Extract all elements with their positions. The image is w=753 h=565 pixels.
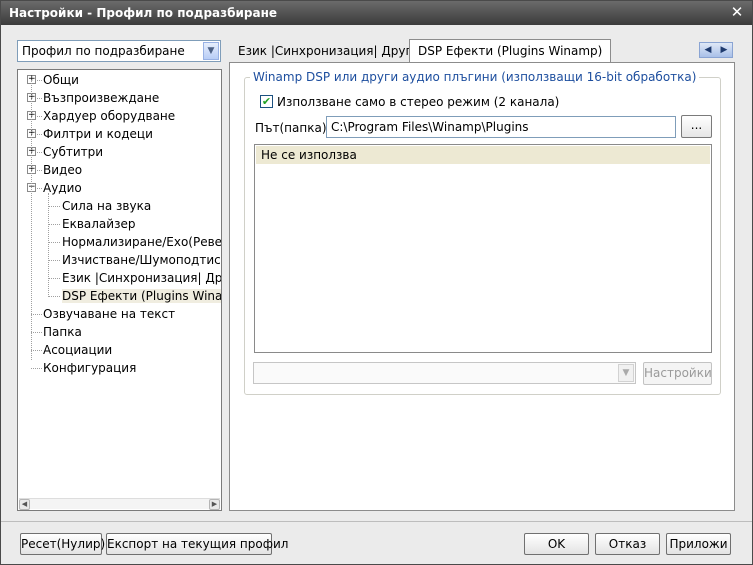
tree-item-label: Озвучаване на текст <box>43 307 176 321</box>
tree-item[interactable]: DSP Ефекти (Plugins Winamp <box>62 287 221 305</box>
tree-item-label: Общи <box>43 73 79 87</box>
tab-scroll-buttons: ◀ ▶ <box>699 42 733 58</box>
path-label: Път(папка): <box>255 121 331 135</box>
tree-connector <box>37 134 42 135</box>
tree-item[interactable]: Сила на звука <box>62 197 151 215</box>
tree-connector <box>48 296 60 297</box>
apply-button[interactable]: Приложи <box>666 533 731 555</box>
dsp-group-title: Winamp DSP или други аудио плъгини (изпо… <box>250 70 700 84</box>
tree-connector <box>48 278 60 279</box>
tree-connector <box>48 242 60 243</box>
tab-scroll-right-icon[interactable]: ▶ <box>716 43 732 57</box>
chevron-down-icon[interactable]: ▼ <box>618 364 634 382</box>
tree-item[interactable]: Еквалайзер <box>62 215 135 233</box>
stereo-only-checkbox[interactable]: ✔ <box>260 95 273 108</box>
tree-item-label: Еквалайзер <box>62 217 136 231</box>
tree-horizontal-scrollbar[interactable]: ◀ ▶ <box>19 498 220 510</box>
tree-item[interactable]: Език |Синхронизация| Други <box>62 269 222 287</box>
tree-connector <box>31 368 42 369</box>
tree-connector <box>31 80 32 360</box>
reset-button[interactable]: Ресет(Нулир) <box>20 533 105 555</box>
tree-item-label: Видео <box>43 163 83 177</box>
tree-item[interactable]: Хардуер оборудване <box>43 107 175 125</box>
tree-item-label: Възпроизвеждане <box>43 91 160 105</box>
tree-connector <box>37 98 42 99</box>
tree-item[interactable]: Изчистване/Шумоподтискан <box>62 251 221 269</box>
scroll-right-icon[interactable]: ▶ <box>209 499 220 510</box>
footer-divider <box>1 521 752 522</box>
export-profile-button[interactable]: Експорт на текущия профил <box>106 533 288 555</box>
tree-item-label: DSP Ефекти (Plugins Winamp <box>62 289 221 303</box>
settings-dialog: Настройки - Профил по подразбиране ✕ Про… <box>0 0 753 565</box>
chevron-down-icon[interactable]: ▼ <box>203 42 219 60</box>
tree-connector <box>31 350 42 351</box>
tree-connector <box>48 193 49 297</box>
scroll-left-icon[interactable]: ◀ <box>19 499 30 510</box>
tree-item[interactable]: Озвучаване на текст <box>43 305 175 323</box>
tree-connector <box>31 314 42 315</box>
plugin-path-field[interactable]: C:\Program Files\Winamp\Plugins <box>326 116 676 138</box>
profile-select-value: Профил по подразбиране <box>22 44 185 58</box>
dsp-panel: Winamp DSP или други аудио плъгини (изпо… <box>229 62 735 511</box>
settings-tree[interactable]: ◀ ▶ Общи + Възпроизвеждане + Хардуер оборудв… <box>17 69 222 511</box>
tree-connector <box>48 224 60 225</box>
tab-dsp-effects[interactable]: DSP Ефекти (Plugins Winamp) <box>409 39 612 64</box>
title-bar: Настройки - Профил по подразбиране ✕ <box>1 1 752 25</box>
window-title: Настройки - Профил по подразбиране <box>9 6 278 20</box>
tree-connector <box>37 152 42 153</box>
tree-item-label: Асоциации <box>43 343 113 357</box>
tree-connector <box>31 332 42 333</box>
ok-button[interactable]: OK <box>524 533 589 555</box>
plugin-settings-button[interactable]: Настройки <box>643 362 712 385</box>
tree-connector <box>37 116 42 117</box>
tree-item-label: Език |Синхронизация| Други <box>62 271 222 285</box>
profile-select[interactable]: Профил по подразбиране ▼ <box>17 40 221 62</box>
tree-item[interactable]: Нормализиране/Ехо(Реверб <box>62 233 222 251</box>
tree-item-label: Нормализиране/Ехо(Реверб <box>62 235 222 249</box>
tab-language-sync[interactable]: Език |Синхронизация| Други <box>229 39 429 62</box>
browse-button[interactable]: ... <box>681 115 712 138</box>
plugin-list[interactable]: Не се използва <box>254 144 712 353</box>
tree-item[interactable]: Папка <box>43 323 82 341</box>
tree-item[interactable]: Възпроизвеждане <box>43 89 159 107</box>
tree-item-label: Папка <box>43 325 82 339</box>
tree-item-label: Субтитри <box>43 145 104 159</box>
tab-scroll-left-icon[interactable]: ◀ <box>700 43 716 57</box>
tree-item[interactable]: Субтитри <box>43 143 103 161</box>
tree-item-label: Хардуер оборудване <box>43 109 176 123</box>
tree-connector <box>37 188 42 189</box>
tree-connector <box>37 170 42 171</box>
tree-connector <box>48 260 60 261</box>
plugin-select[interactable]: ▼ <box>253 362 636 384</box>
tree-connector <box>48 206 60 207</box>
tree-item[interactable]: Видео <box>43 161 82 179</box>
tree-item-label: Филтри и кодеци <box>43 127 153 141</box>
tree-item-label: Изчистване/Шумоподтискан <box>62 253 221 267</box>
cancel-button[interactable]: Отказ <box>595 533 660 555</box>
list-item[interactable]: Не се използва <box>256 146 710 164</box>
tree-item[interactable]: Конфигурация <box>43 359 136 377</box>
stereo-only-label: Използване само в стерео режим (2 канала… <box>277 95 560 109</box>
tree-item[interactable]: Асоциации <box>43 341 112 359</box>
tree-item-label: Конфигурация <box>43 361 137 375</box>
tree-item-label: Сила на звука <box>62 199 152 213</box>
tree-item[interactable]: Филтри и кодеци <box>43 125 153 143</box>
tree-connector <box>37 80 42 81</box>
close-icon[interactable]: ✕ <box>730 5 744 20</box>
tree-item[interactable]: Общи <box>43 71 79 89</box>
